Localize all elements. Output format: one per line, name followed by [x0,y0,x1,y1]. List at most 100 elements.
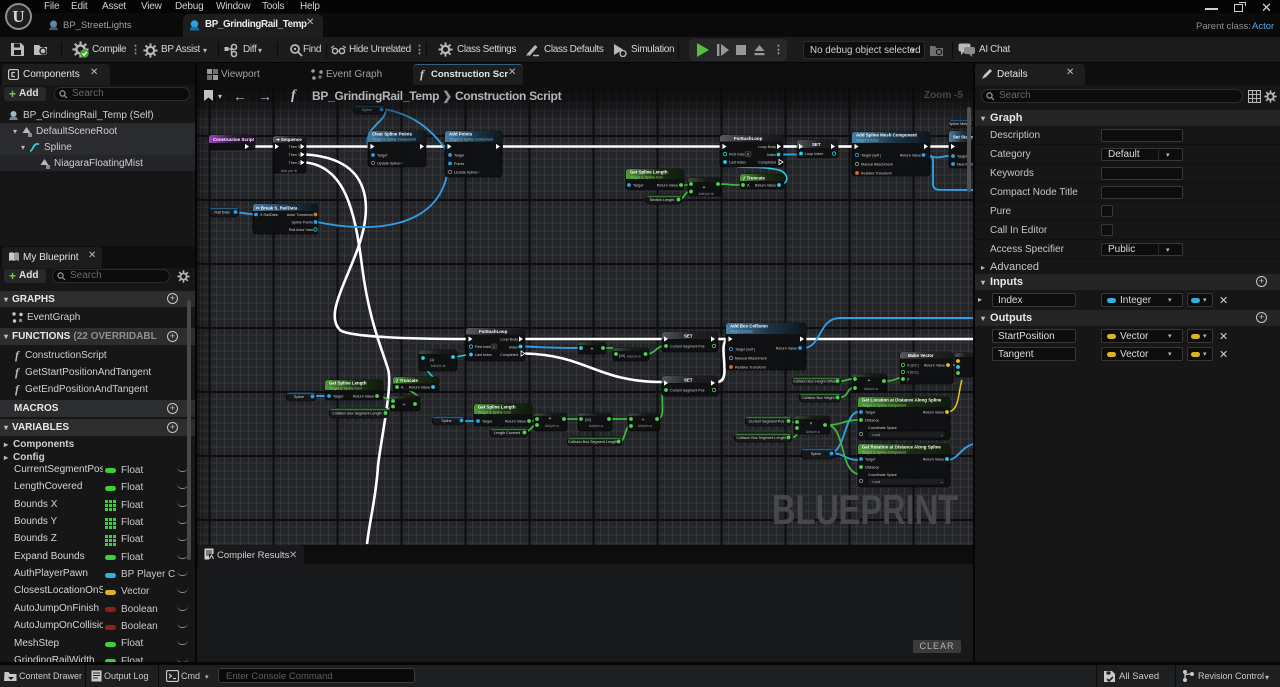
svg-text:Then 0: Then 0 [289,145,300,149]
svg-text:Loop Body: Loop Body [758,145,776,149]
svg-text:Rail Data: Rail Data [214,211,230,215]
svg-text:Current Segment Pos: Current Segment Pos [670,389,705,393]
svg-text:Completed: Completed [758,161,776,165]
svg-text:Index: Index [509,345,518,349]
svg-text:Relative Transform: Relative Transform [861,172,892,176]
svg-text:X |3.0 |: X |3.0 | [907,364,919,368]
svg-text:Target: Target [333,395,343,399]
svg-text:Get Location at Distance Along: Get Location at Distance Along Spline [862,398,942,403]
svg-text:1: 1 [493,345,495,349]
svg-text:Return Value: Return Value [923,458,944,462]
svg-text:Length Covered: Length Covered [494,431,520,435]
svg-text:BLUEPRINT: BLUEPRINT [772,486,958,533]
svg-text:Section Length: Section Length [650,198,675,202]
svg-text:Return Value: Return Value [923,411,944,415]
svg-text:Loop Index: Loop Index [805,152,823,156]
svg-text:Coordinate Space: Coordinate Space [868,473,897,477]
svg-text:Add pin ⊕: Add pin ⊕ [806,430,821,434]
svg-text:Add pin ⊕: Add pin ⊕ [281,169,298,173]
svg-text:Construction Script: Construction Script [213,137,255,142]
svg-text:Target |self |: Target |self | [735,348,755,352]
svg-text:Add pin ⊕: Add pin ⊕ [864,387,879,391]
svg-text:Completed: Completed [500,353,518,357]
svg-text:Return Value: Return Value [409,386,430,390]
svg-text:Add Spline Mesh Component: Add Spline Mesh Component [856,133,918,138]
svg-text:Then 2: Then 2 [289,161,300,165]
svg-text:Return Value: Return Value [900,154,921,158]
svg-text:Target: Target [865,458,875,462]
svg-text:+: + [868,378,871,384]
svg-text:Get Spline Length: Get Spline Length [630,170,668,175]
svg-text:Actor Transform: Actor Transform [287,213,313,217]
svg-text:Target is Spline Component: Target is Spline Component [449,137,493,141]
svg-text:Target is Spline Component: Target is Spline Component [862,450,906,454]
svg-text:Target is Spline Component: Target is Spline Component [862,403,906,407]
svg-text:Return Value: Return Value [505,420,526,424]
svg-text:Return Value: Return Value [353,395,374,399]
svg-text:Return Value: Return Value [657,184,678,188]
svg-text:Local: Local [872,480,880,484]
svg-text:Target is Spline Com: Target is Spline Com [478,410,511,414]
svg-text:ƒ Truncate: ƒ Truncate [396,378,419,383]
svg-text:Add pin ⊕: Add pin ⊕ [589,424,604,428]
svg-text:Target: Target [633,184,643,188]
svg-text:Spline: Spline [362,108,372,112]
svg-text:Coordinate Space: Coordinate Space [868,426,897,430]
svg-text:Local: Local [872,433,880,437]
svg-text:Add pin ⊕: Add pin ⊕ [698,192,713,196]
svg-text:[20]: [20] [585,418,591,422]
svg-text:Collision Box Height: Collision Box Height [802,396,835,400]
svg-text:÷: ÷ [402,403,405,409]
svg-text:Index: Index [767,153,776,157]
svg-text:0: 0 [747,153,749,157]
svg-text:Get Spline Length: Get Spline Length [329,381,367,386]
svg-text:Add Points: Add Points [449,132,473,137]
svg-text:Spline: Spline [294,395,304,399]
svg-text:Y |0.0 |: Y |0.0 | [907,371,919,375]
svg-text:First Index: First Index [475,345,492,349]
svg-text:SET: SET [812,142,821,147]
svg-text:Collision Box Height Offset: Collision Box Height Offset [793,380,837,384]
svg-text:Add pin ⊕: Add pin ⊕ [431,364,446,368]
svg-text:S RailData: S RailData [260,213,279,217]
svg-text:Loop Body: Loop Body [500,338,518,342]
svg-text:✓: ✓ [477,170,480,175]
svg-text:Spline Points: Spline Points [291,221,313,225]
svg-text:Add pin ⊕: Add pin ⊕ [638,424,653,428]
svg-text:Target is Actor: Target is Actor [856,138,880,142]
svg-text:Update Spline: Update Spline [377,162,400,166]
svg-text:Add pin ⊕: Add pin ⊕ [627,355,642,359]
svg-text:SET: SET [684,333,693,338]
svg-text:Target is Spline Com: Target is Spline Com [329,386,362,390]
svg-text:⌄: ⌄ [940,432,943,437]
svg-text:Rail Actor Vars: Rail Actor Vars [289,228,313,232]
svg-text:Target is Spline Com: Target is Spline Com [630,175,663,179]
svg-text:Target |self |: Target |self | [861,154,881,158]
svg-text:Target: Target [957,155,967,159]
svg-text:Spline: Spline [811,452,821,456]
svg-text:Return Value: Return Value [924,364,945,368]
svg-text:Collision Box Segment Length: Collision Box Segment Length [332,412,381,416]
svg-text:Collision Box Segment Length: Collision Box Segment Length [736,436,785,440]
svg-text:Make Vector: Make Vector [908,353,934,358]
svg-text:Last Index: Last Index [475,353,492,357]
svg-text:+: + [549,416,552,422]
svg-text:Get Spline Length: Get Spline Length [478,405,516,410]
svg-text:+: + [591,347,594,353]
svg-text:First Index: First Index [729,153,746,157]
svg-text:Target: Target [482,420,492,424]
svg-text:Distance: Distance [865,419,879,423]
svg-text:Spline: Spline [441,419,451,423]
svg-text:Manual Attachment: Manual Attachment [861,163,893,167]
svg-text:[10]: [10] [619,354,625,358]
svg-text:Update Spline: Update Spline [454,171,477,175]
svg-text:Target: Target [865,411,875,415]
svg-text:Add Box Collision: Add Box Collision [730,324,768,329]
svg-text:Current Segment Pos: Current Segment Pos [670,345,705,349]
svg-text:Return Value: Return Value [776,347,797,351]
svg-text:ForEachLoop: ForEachLoop [734,136,763,141]
svg-text:Manual Attachment: Manual Attachment [735,357,767,361]
svg-text:+: + [702,185,705,191]
svg-text:Target is Spline Component: Target is Spline Component [372,137,416,141]
svg-text:✓: ✓ [400,161,403,166]
